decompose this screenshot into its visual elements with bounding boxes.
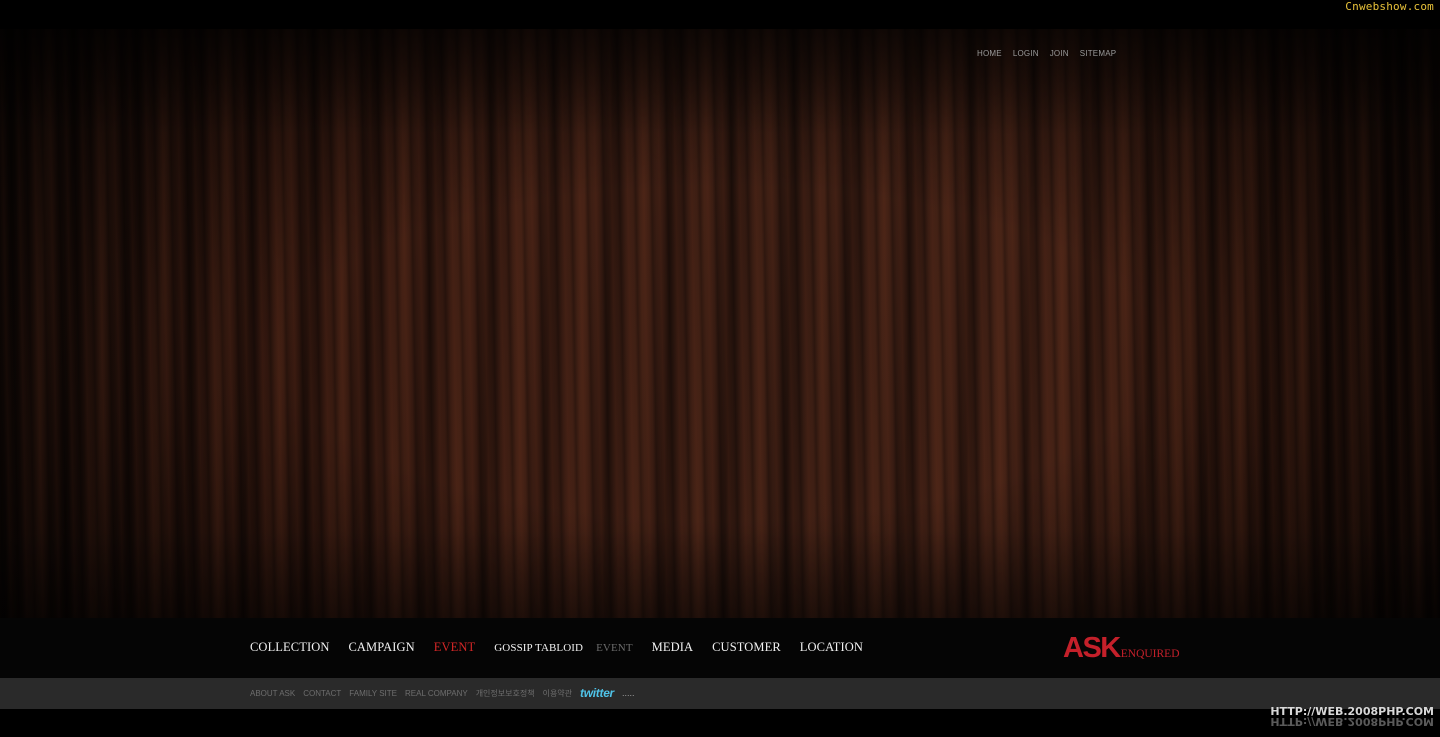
watermark-bottom-reflection: HTTP://WEB.2008PHP.COM [1270,715,1434,728]
nav-campaign[interactable]: CAMPAIGN [348,640,414,655]
nav-collection[interactable]: COLLECTION [250,640,329,655]
nav-location[interactable]: LOCATION [800,640,863,655]
footer-privacy-link[interactable]: 개인정보보호정책 [476,688,535,699]
utility-login-link[interactable]: LOGIN [1013,49,1039,58]
footer-terms-link[interactable]: 이용약관 [543,688,572,699]
footer-about-link[interactable]: ABOUT ASK [250,689,295,698]
footer-family-site-link[interactable]: FAMILY SITE [349,689,397,698]
nav-customer[interactable]: CUSTOMER [712,640,781,655]
nav-event[interactable]: EVENT [434,640,475,655]
logo-sub: ENQUIRED [1120,648,1180,660]
utility-home-link[interactable]: HOME [977,49,1002,58]
footer-links: ABOUT ASK CONTACT FAMILY SITE REAL COMPA… [250,686,634,700]
logo-mark: ASK [1063,632,1121,664]
main-nav: COLLECTION CAMPAIGN EVENT GOSSIP TABLOID… [250,640,882,655]
hero-wood-background [0,29,1440,618]
footer-bar [0,678,1440,709]
watermark-top: Cnwebshow.com [1345,0,1434,13]
utility-join-link[interactable]: JOIN [1050,49,1069,58]
utility-nav: HOME LOGIN JOIN SITEMAP [977,49,1127,58]
twitter-icon[interactable]: twitter [580,686,614,700]
ask-logo[interactable]: ASK ENQUIRED [1063,632,1180,665]
nav-event-secondary[interactable]: EVENT [596,642,633,654]
nav-media[interactable]: MEDIA [652,640,693,655]
footer-contact-link[interactable]: CONTACT [303,689,341,698]
footer-real-company-link[interactable]: REAL COMPANY [405,689,468,698]
watermark-bottom: HTTP://WEB.2008PHP.COM HTTP://WEB.2008PH… [1270,705,1434,728]
utility-sitemap-link[interactable]: SITEMAP [1080,49,1117,58]
footer-more: ..... [621,688,635,698]
nav-gossip-tabloid[interactable]: GOSSIP TABLOID [494,642,583,654]
